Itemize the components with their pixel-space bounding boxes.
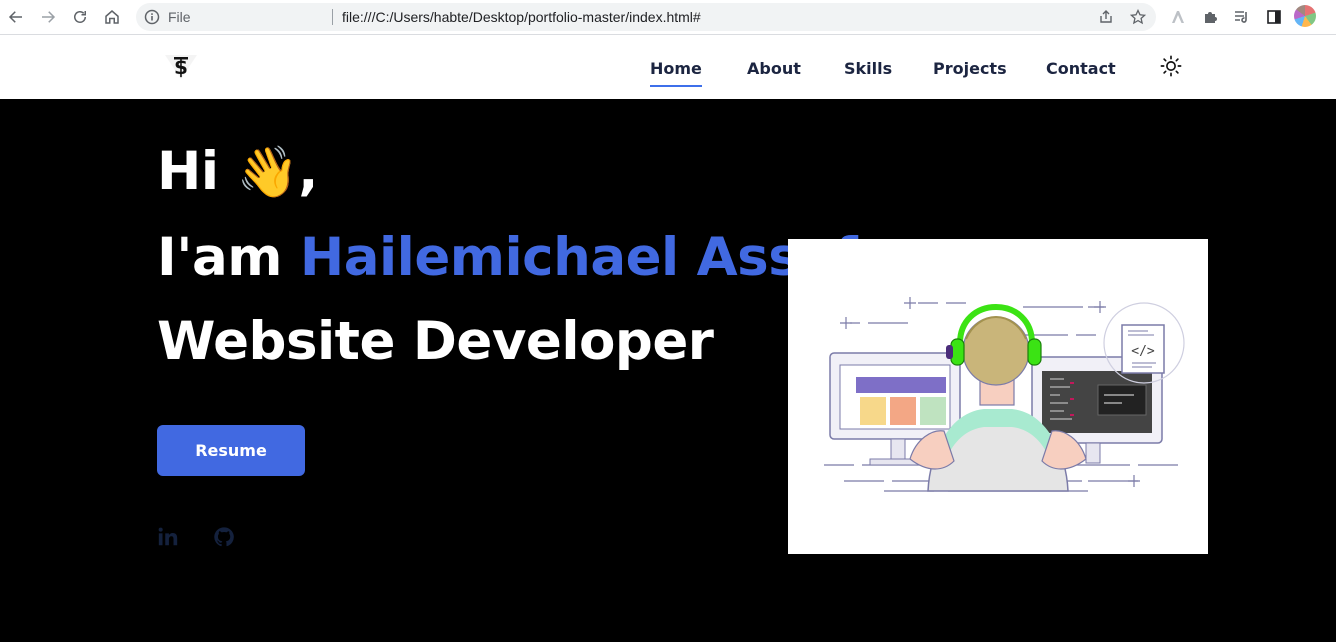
hero-section: Hi 👋, I'am Hailemichael Assefa Website D…	[0, 99, 1336, 642]
developer-illustration: </>	[788, 239, 1208, 554]
home-icon[interactable]	[100, 5, 124, 29]
url-text[interactable]: file:///C:/Users/habte/Desktop/portfolio…	[342, 9, 701, 25]
greeting-heading: Hi 👋,	[157, 141, 318, 202]
nav-contact[interactable]: Contact	[1046, 59, 1116, 78]
back-icon[interactable]	[4, 5, 28, 29]
github-icon[interactable]	[213, 526, 235, 548]
linkedin-icon[interactable]	[157, 526, 179, 548]
divider	[332, 9, 333, 25]
nav-about[interactable]: About	[747, 59, 801, 78]
media-icon[interactable]	[1232, 7, 1252, 27]
nav-skills[interactable]: Skills	[844, 59, 892, 78]
star-icon[interactable]	[1130, 9, 1146, 25]
sidepanel-icon[interactable]	[1264, 7, 1284, 27]
info-icon[interactable]	[144, 9, 160, 25]
svg-text:</>: </>	[1131, 344, 1155, 359]
iam-text: I'am	[157, 227, 282, 288]
reload-icon[interactable]	[68, 5, 92, 29]
logo-icon[interactable]: $	[163, 51, 199, 81]
file-label: File	[168, 9, 191, 25]
profile-avatar[interactable]	[1294, 5, 1316, 27]
resume-button[interactable]: Resume	[157, 425, 305, 476]
browser-toolbar: File file:///C:/Users/habte/Desktop/port…	[0, 0, 1336, 35]
role-heading: Website Developer	[157, 311, 714, 372]
extension-icon[interactable]	[1168, 7, 1188, 27]
nav-projects[interactable]: Projects	[933, 59, 1007, 78]
wave-emoji: 👋	[236, 143, 299, 201]
puzzle-icon[interactable]	[1200, 7, 1220, 27]
greeting-text: Hi	[157, 141, 219, 202]
nav-home[interactable]: Home	[650, 59, 702, 87]
greeting-comma: ,	[298, 141, 318, 202]
forward-icon[interactable]	[36, 5, 60, 29]
sun-icon[interactable]	[1160, 55, 1182, 77]
site-header: $ Home About Skills Projects Contact	[0, 35, 1336, 99]
intro-heading: I'am Hailemichael Assefa	[157, 227, 893, 288]
share-icon[interactable]	[1098, 9, 1114, 25]
address-bar[interactable]: File file:///C:/Users/habte/Desktop/port…	[136, 3, 1156, 31]
